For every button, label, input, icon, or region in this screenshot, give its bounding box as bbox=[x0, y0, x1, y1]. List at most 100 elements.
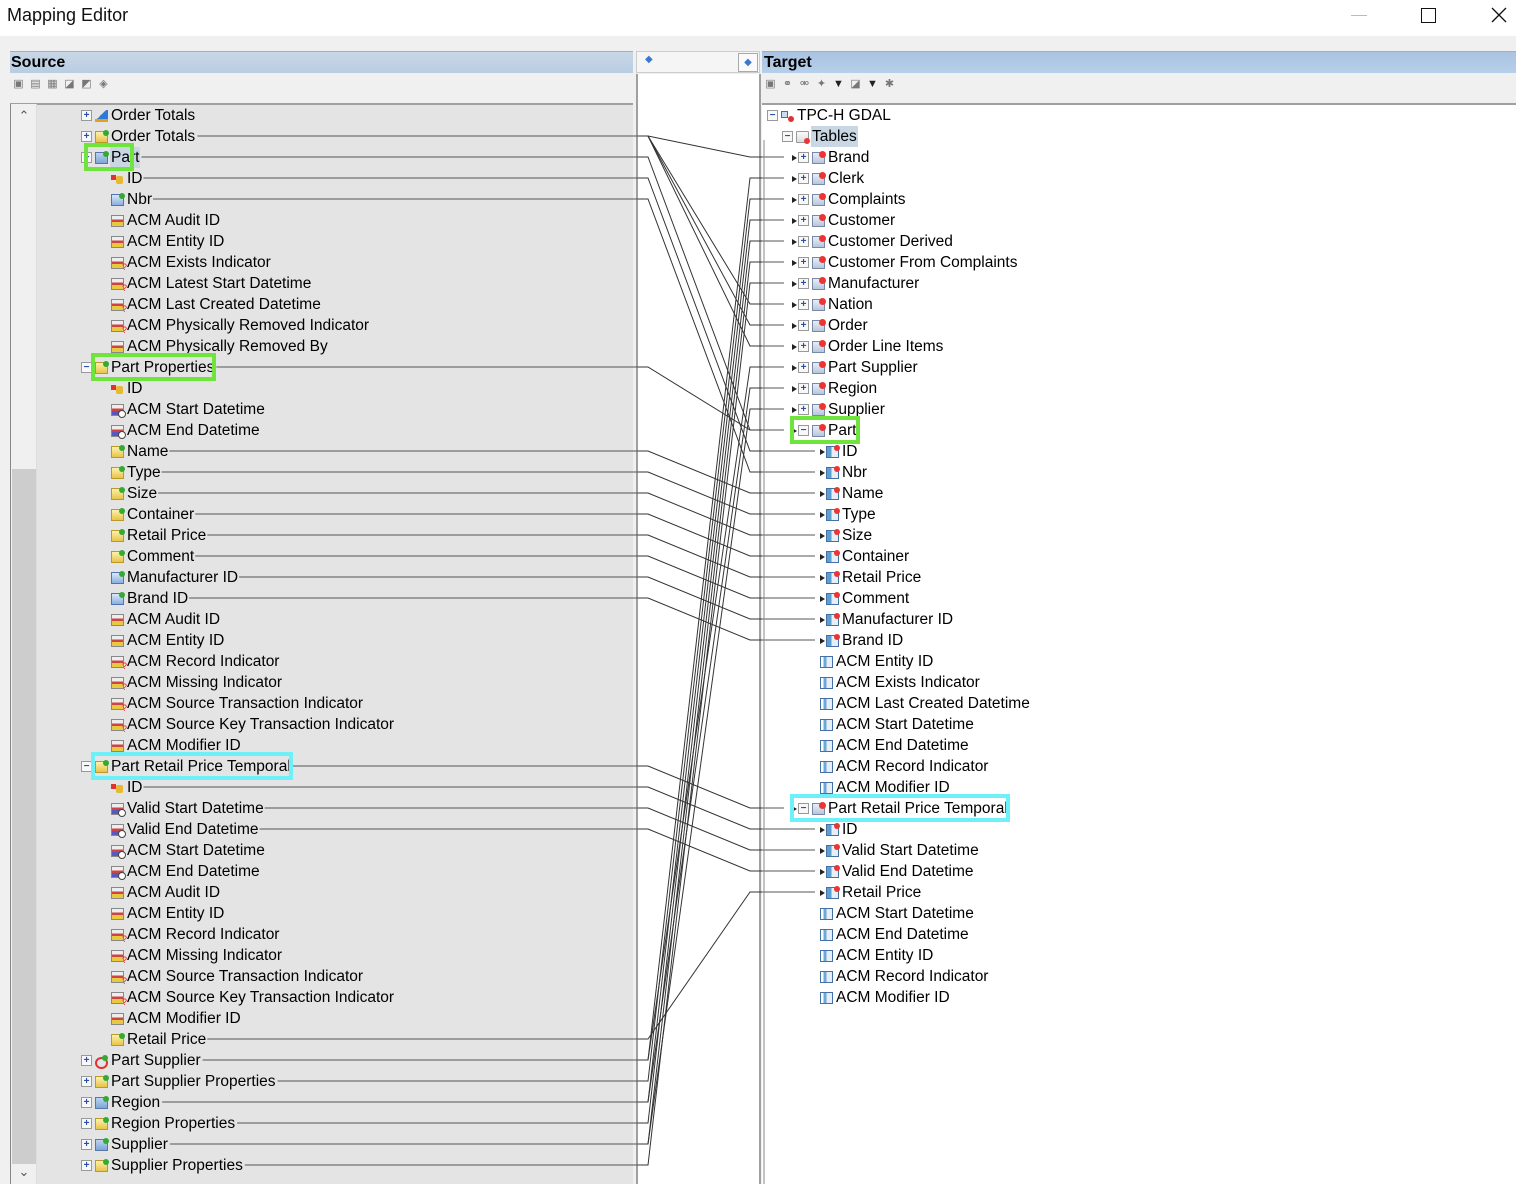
source-tree-item[interactable]: + Region Properties bbox=[81, 1113, 236, 1134]
target-tree-item[interactable]: ACM Start Datetime bbox=[820, 714, 975, 735]
target-tree-item[interactable]: − Part Retail Price Temporal bbox=[792, 798, 1009, 819]
source-tree-item[interactable]: Nbr bbox=[111, 189, 153, 210]
expand-icon[interactable]: + bbox=[81, 1139, 92, 1150]
source-tree-item[interactable]: Type bbox=[111, 462, 162, 483]
target-tree-item[interactable]: ID bbox=[820, 441, 859, 462]
source-tree-item[interactable]: + Region bbox=[81, 1092, 161, 1113]
target-tree-item[interactable]: + Supplier bbox=[792, 399, 886, 420]
target-tree-item[interactable]: ACM Entity ID bbox=[820, 945, 934, 966]
source-tree-item[interactable]: ACM Record Indicator bbox=[111, 924, 280, 945]
source-tree-item[interactable]: Valid Start Datetime bbox=[111, 798, 265, 819]
target-tree-item[interactable]: ACM End Datetime bbox=[820, 735, 970, 756]
source-tree-item[interactable]: Retail Price bbox=[111, 1029, 207, 1050]
target-tree-item[interactable]: Valid Start Datetime bbox=[820, 840, 980, 861]
close-button[interactable] bbox=[1476, 0, 1516, 30]
target-tree-item[interactable]: Container bbox=[820, 546, 910, 567]
source-tree-item[interactable]: + Part Supplier bbox=[81, 1050, 202, 1071]
target-tree-item[interactable]: + Manufacturer bbox=[792, 273, 920, 294]
expand-icon[interactable]: + bbox=[798, 362, 809, 373]
scroll-right-arrow-button[interactable]: ◆ bbox=[738, 53, 758, 72]
scroll-up-icon[interactable]: ⌃ bbox=[11, 104, 37, 128]
link-icon[interactable]: ⚭ bbox=[781, 78, 794, 91]
scrollbar-thumb[interactable] bbox=[12, 469, 36, 1164]
expand-icon[interactable]: + bbox=[81, 1055, 92, 1066]
collapse-icon[interactable]: − bbox=[767, 110, 778, 121]
target-tree-item[interactable]: Nbr bbox=[820, 462, 868, 483]
source-tree-item[interactable]: ACM Exists Indicator bbox=[111, 252, 272, 273]
source-tree-item[interactable]: ACM Record Indicator bbox=[111, 651, 280, 672]
source-tree-item[interactable]: + Supplier Properties bbox=[81, 1155, 244, 1176]
source-tree-item[interactable]: ACM Source Transaction Indicator bbox=[111, 693, 364, 714]
collapse-icon[interactable]: − bbox=[81, 152, 92, 163]
target-tree-item[interactable]: Comment bbox=[820, 588, 910, 609]
target-tree-item[interactable]: + Order bbox=[792, 315, 869, 336]
expand-icon[interactable]: + bbox=[798, 257, 809, 268]
target-tree-item[interactable]: ACM Last Created Datetime bbox=[820, 693, 1031, 714]
target-tree-item[interactable]: + Part Supplier bbox=[792, 357, 919, 378]
target-tree-item[interactable]: ACM Modifier ID bbox=[820, 777, 951, 798]
target-tree-item[interactable]: Size bbox=[820, 525, 873, 546]
source-tree-item[interactable]: ACM Modifier ID bbox=[111, 1008, 242, 1029]
auto-map-icon[interactable]: ✦ bbox=[815, 78, 828, 91]
source-tree-item[interactable]: ACM Source Key Transaction Indicator bbox=[111, 987, 395, 1008]
collapse-icon[interactable]: − bbox=[81, 761, 92, 772]
target-tree-item[interactable]: Retail Price bbox=[820, 567, 922, 588]
source-tree-item[interactable]: ACM Entity ID bbox=[111, 231, 225, 252]
target-tree-item[interactable]: ACM Modifier ID bbox=[820, 987, 951, 1008]
source-tree-item[interactable]: ACM Audit ID bbox=[111, 609, 221, 630]
delete-icon[interactable]: ▦ bbox=[46, 78, 59, 91]
expand-icon[interactable]: + bbox=[81, 1118, 92, 1129]
export-icon[interactable]: ◩ bbox=[80, 78, 93, 91]
source-tree-item[interactable]: ID bbox=[111, 777, 144, 798]
expand-icon[interactable]: + bbox=[81, 1160, 92, 1171]
dropdown-icon[interactable]: ▼ bbox=[866, 78, 879, 91]
target-tree-item[interactable]: Name bbox=[820, 483, 884, 504]
collapse-icon[interactable]: − bbox=[798, 425, 809, 436]
target-tree-item[interactable]: + Customer bbox=[792, 210, 896, 231]
source-scrollbar[interactable]: ⌃ ⌄ bbox=[11, 104, 37, 1184]
source-tree-item[interactable]: ACM Start Datetime bbox=[111, 399, 266, 420]
source-tree-item[interactable]: ACM Latest Start Datetime bbox=[111, 273, 312, 294]
expand-icon[interactable]: + bbox=[81, 1076, 92, 1087]
expand-icon[interactable]: + bbox=[798, 341, 809, 352]
source-tree-item[interactable]: ACM Missing Indicator bbox=[111, 672, 283, 693]
source-tree-item[interactable]: ACM Entity ID bbox=[111, 630, 225, 651]
expand-icon[interactable]: + bbox=[798, 404, 809, 415]
minimize-button[interactable] bbox=[1336, 0, 1382, 30]
source-tree-item[interactable]: ACM Last Created Datetime bbox=[111, 294, 322, 315]
source-tree-item[interactable]: ACM Source Key Transaction Indicator bbox=[111, 714, 395, 735]
target-tree-item[interactable]: ID bbox=[820, 819, 859, 840]
source-tree-item[interactable]: ACM Audit ID bbox=[111, 210, 221, 231]
source-tree-item[interactable]: ACM Physically Removed Indicator bbox=[111, 315, 370, 336]
target-tree-item[interactable]: Valid End Datetime bbox=[820, 861, 975, 882]
source-tree-item[interactable]: ACM Missing Indicator bbox=[111, 945, 283, 966]
target-tree-item[interactable]: + Brand bbox=[792, 147, 870, 168]
target-tree-item[interactable]: + Order Line Items bbox=[792, 336, 944, 357]
source-tree-item[interactable]: ACM Physically Removed By bbox=[111, 336, 329, 357]
expand-icon[interactable]: + bbox=[798, 194, 809, 205]
expand-icon[interactable]: + bbox=[798, 299, 809, 310]
maximize-button[interactable] bbox=[1405, 0, 1451, 30]
source-tree-item[interactable]: ACM Audit ID bbox=[111, 882, 221, 903]
scroll-left-arrow-icon[interactable]: ◆ bbox=[645, 54, 653, 65]
new-entity-icon[interactable]: ▣ bbox=[12, 78, 25, 91]
expand-icon[interactable]: + bbox=[81, 110, 92, 121]
unlink-icon[interactable]: ⚮ bbox=[798, 78, 811, 91]
target-tree-item[interactable]: ACM Record Indicator bbox=[820, 966, 989, 987]
source-tree-item[interactable]: ACM End Datetime bbox=[111, 420, 261, 441]
expand-icon[interactable]: + bbox=[798, 236, 809, 247]
source-tree-item[interactable]: + Order Totals bbox=[81, 105, 196, 126]
new-table-icon[interactable]: ▤ bbox=[29, 78, 42, 91]
source-tree-item[interactable]: Name bbox=[111, 441, 169, 462]
source-tree-item[interactable]: − Part Retail Price Temporal bbox=[81, 756, 292, 777]
source-tree-item[interactable]: ACM Source Transaction Indicator bbox=[111, 966, 364, 987]
expand-icon[interactable]: + bbox=[81, 1097, 92, 1108]
target-tree-item[interactable]: ACM Exists Indicator bbox=[820, 672, 981, 693]
target-tree-item[interactable]: + Complaints bbox=[792, 189, 907, 210]
source-tree-item[interactable]: Container bbox=[111, 504, 195, 525]
scroll-down-icon[interactable]: ⌄ bbox=[11, 1160, 37, 1184]
source-tree-item[interactable]: + Part Supplier Properties bbox=[81, 1071, 277, 1092]
collapse-icon[interactable]: − bbox=[81, 362, 92, 373]
target-tree-item[interactable]: Type bbox=[820, 504, 877, 525]
expand-icon[interactable]: + bbox=[81, 131, 92, 142]
